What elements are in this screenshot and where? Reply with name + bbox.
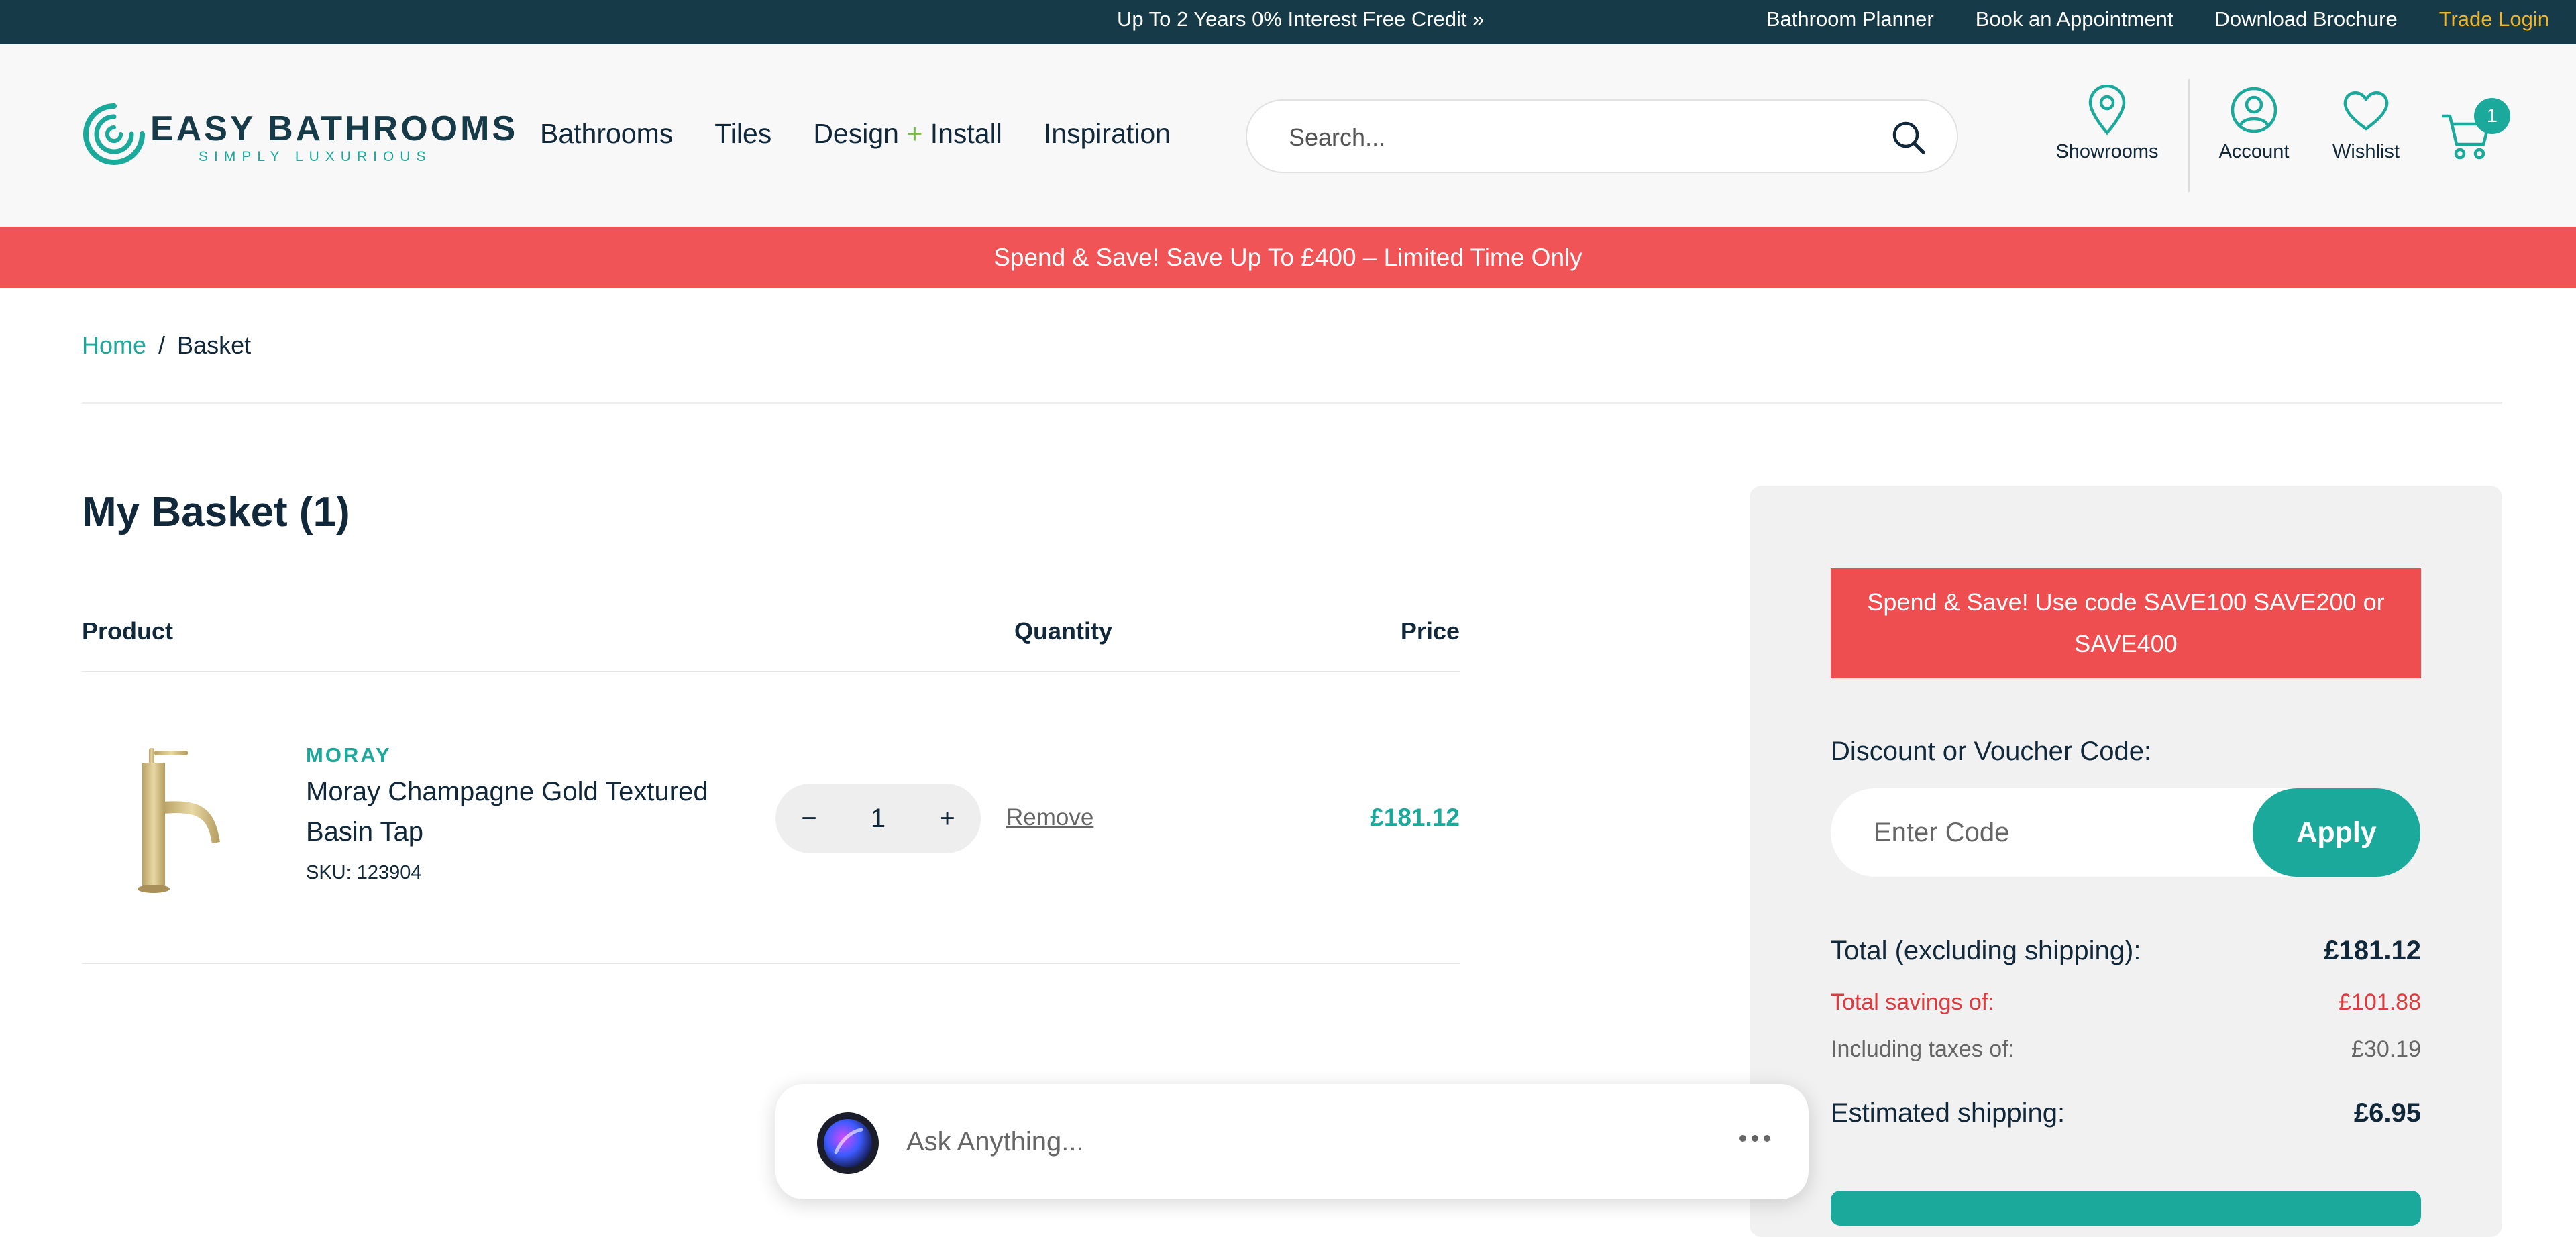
quantity-value[interactable]: 1 [849, 784, 907, 853]
header-divider [2188, 79, 2190, 192]
download-brochure-link[interactable]: Download Brochure [2214, 7, 2397, 32]
remove-item-link[interactable]: Remove [1006, 804, 1093, 831]
page-title: My Basket (1) [82, 489, 350, 535]
nav-install-label: Install [930, 118, 1002, 149]
taxes-row: Including taxes of: £30.19 [1831, 1036, 2421, 1063]
item-price: £181.12 [1370, 804, 1460, 831]
shipping-label: Estimated shipping: [1831, 1098, 2065, 1128]
main-nav: Bathrooms Tiles Design + Install Inspira… [540, 118, 1171, 150]
breadcrumb-separator: / [158, 331, 166, 359]
logo-title: EASY BATHROOMS [150, 109, 519, 148]
trade-login-link[interactable]: Trade Login [2439, 7, 2549, 32]
breadcrumb: Home / Basket [82, 331, 251, 360]
chat-widget[interactable]: Ask Anything... [775, 1084, 1809, 1199]
assistant-avatar-icon [817, 1112, 879, 1174]
voucher-label: Discount or Voucher Code: [1831, 737, 2152, 766]
nav-plus-sign: + [906, 118, 923, 149]
showrooms-label: Showrooms [2055, 141, 2159, 162]
search-bar [1246, 99, 1958, 173]
total-value: £181.12 [2324, 936, 2421, 965]
logo-subtitle: SIMPLY LUXURIOUS [199, 149, 432, 164]
column-header-price: Price [1400, 617, 1460, 645]
taxes-value: £30.19 [2351, 1036, 2421, 1062]
heart-icon [2343, 91, 2389, 131]
account-link[interactable]: Account [2214, 85, 2294, 163]
product-name[interactable]: Moray Champagne Gold Textured Basin Tap [306, 771, 735, 852]
discount-code-promo: Spend & Save! Use code SAVE100 SAVE200 o… [1831, 568, 2421, 678]
top-utility-bar: Up To 2 Years 0% Interest Free Credit » … [0, 0, 2576, 44]
site-header: EASY BATHROOMS SIMPLY LUXURIOUS Bathroom… [0, 44, 2576, 227]
cart-count-badge: 1 [2474, 98, 2510, 134]
voucher-code-input[interactable] [1874, 815, 2222, 850]
account-label: Account [2218, 141, 2290, 162]
logo-swirl-icon [83, 103, 145, 165]
savings-row: Total savings of: £101.88 [1831, 989, 2421, 1016]
checkout-button[interactable] [1831, 1191, 2421, 1226]
nav-tiles[interactable]: Tiles [714, 118, 771, 150]
promo-banner[interactable]: Spend & Save! Save Up To £400 – Limited … [0, 227, 2576, 288]
credit-promo-link[interactable]: Up To 2 Years 0% Interest Free Credit » [1117, 7, 1484, 32]
nav-inspiration[interactable]: Inspiration [1044, 118, 1171, 150]
nav-design-install[interactable]: Design + Install [813, 118, 1002, 150]
savings-label: Total savings of: [1831, 989, 1994, 1015]
wishlist-label: Wishlist [2332, 141, 2400, 162]
location-pin-icon [2088, 85, 2126, 136]
nav-design-label: Design [813, 118, 899, 149]
utility-links: Bathroom Planner Book an Appointment Dow… [1766, 7, 2549, 32]
increase-quantity-button[interactable]: + [927, 784, 967, 853]
breadcrumb-home[interactable]: Home [82, 331, 146, 359]
book-appointment-link[interactable]: Book an Appointment [1976, 7, 2174, 32]
shipping-value: £6.95 [2353, 1098, 2421, 1128]
search-icon[interactable] [1888, 117, 1929, 158]
apply-voucher-button[interactable]: Apply [2253, 788, 2420, 877]
more-options-icon[interactable] [1735, 1128, 1775, 1148]
row-divider [82, 963, 1460, 964]
savings-value: £101.88 [2339, 989, 2421, 1015]
logo[interactable]: EASY BATHROOMS SIMPLY LUXURIOUS [80, 98, 515, 172]
account-icon [2231, 87, 2277, 133]
total-row: Total (excluding shipping): £181.12 [1831, 936, 2421, 966]
column-header-quantity: Quantity [1014, 617, 1113, 645]
breadcrumb-current: Basket [177, 331, 252, 359]
product-brand: MORAY [306, 743, 392, 767]
divider [82, 402, 2502, 404]
nav-bathrooms[interactable]: Bathrooms [540, 118, 673, 150]
wishlist-link[interactable]: Wishlist [2328, 85, 2404, 163]
column-header-product: Product [82, 617, 174, 645]
product-sku: SKU: 123904 [306, 862, 422, 883]
quantity-stepper: − 1 + [775, 784, 981, 853]
total-label: Total (excluding shipping): [1831, 936, 2141, 965]
shipping-row: Estimated shipping: £6.95 [1831, 1098, 2421, 1128]
bathroom-planner-link[interactable]: Bathroom Planner [1766, 7, 1934, 32]
showrooms-link[interactable]: Showrooms [2051, 85, 2163, 163]
table-divider [82, 671, 1460, 672]
basin-tap-image[interactable] [101, 728, 248, 896]
decrease-quantity-button[interactable]: − [789, 784, 829, 853]
chat-input-placeholder[interactable]: Ask Anything... [906, 1127, 1084, 1157]
taxes-label: Including taxes of: [1831, 1036, 2015, 1062]
search-input[interactable] [1289, 121, 1839, 154]
